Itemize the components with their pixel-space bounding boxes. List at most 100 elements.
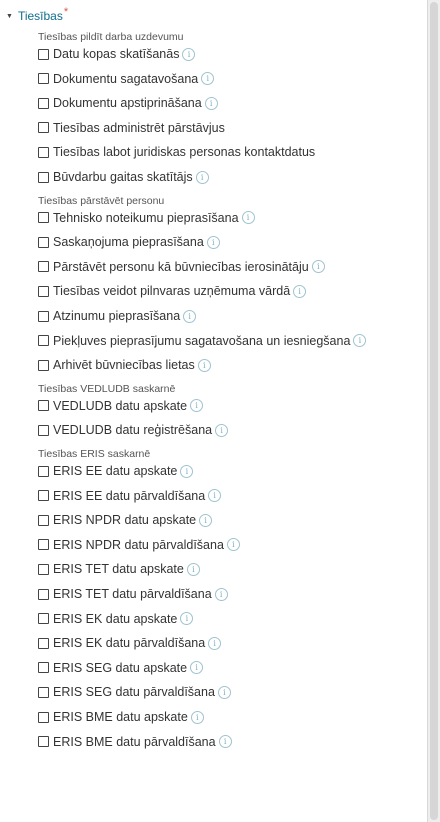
info-icon[interactable]: i: [182, 47, 196, 61]
info-icon[interactable]: i: [311, 260, 325, 274]
permission-checkbox-item[interactable]: Arhivēt būvniecības lietas i: [38, 356, 211, 374]
checkbox[interactable]: [38, 613, 49, 625]
info-icon[interactable]: i: [180, 612, 194, 626]
info-icon[interactable]: i: [218, 735, 232, 749]
permission-label: Tiesības labot juridiskas personas konta…: [53, 145, 316, 160]
checkbox[interactable]: [38, 171, 49, 183]
permission-label: Datu kopas skatīšanās: [53, 47, 180, 61]
permission-label: Atzinumu pieprasīšana: [53, 309, 181, 323]
permission-label: ERIS BME datu apskate: [53, 710, 188, 724]
info-icon[interactable]: i: [204, 96, 218, 110]
permission-checkbox-item[interactable]: Datu kopas skatīšanās i: [38, 45, 196, 63]
info-icon[interactable]: i: [226, 538, 240, 552]
permissions-header[interactable]: ▼ Tiesības *: [6, 6, 69, 23]
permission-checkbox-item[interactable]: Tehnisko noteikumu pieprasīšana i: [38, 209, 255, 227]
info-icon[interactable]: i: [180, 464, 194, 478]
checkbox[interactable]: [38, 539, 49, 551]
checkbox[interactable]: [38, 711, 49, 723]
checkbox[interactable]: [38, 122, 49, 134]
permission-label: ERIS TET datu apskate: [53, 562, 184, 577]
checkbox[interactable]: [38, 97, 49, 109]
permission-checkbox-item[interactable]: ERIS EE datu pārvaldīšana i: [38, 487, 222, 505]
info-icon[interactable]: i: [183, 309, 197, 323]
permission-checkbox-item[interactable]: Tiesības labot juridiskas personas konta…: [38, 143, 315, 161]
permission-checkbox-item[interactable]: ERIS NPDR datu apskate i: [38, 511, 213, 529]
checkbox[interactable]: [38, 588, 49, 600]
checkbox[interactable]: [38, 662, 49, 674]
checkbox[interactable]: [38, 48, 49, 60]
section-title: Tiesības VEDLUDB saskarnē: [38, 382, 176, 395]
permission-label: Saskaņojuma pieprasīšana: [53, 235, 204, 250]
checkbox[interactable]: [38, 73, 49, 85]
permission-checkbox-item[interactable]: ERIS SEG datu apskate i: [38, 659, 204, 677]
checkbox[interactable]: [38, 236, 49, 248]
info-icon[interactable]: i: [241, 211, 255, 225]
info-icon[interactable]: i: [214, 587, 228, 601]
permission-label: Būvdarbu gaitas skatītājs: [53, 170, 193, 184]
permission-checkbox-item[interactable]: ERIS BME datu apskate i: [38, 708, 204, 726]
permission-checkbox-item[interactable]: Pārstāvēt personu kā būvniecības ierosin…: [38, 258, 325, 276]
permission-label: Dokumentu sagatavošana: [53, 71, 199, 86]
permission-checkbox-item[interactable]: ERIS TET datu apskate i: [38, 560, 200, 578]
info-icon[interactable]: i: [293, 284, 307, 298]
checkbox[interactable]: [38, 285, 49, 297]
checkbox[interactable]: [38, 686, 49, 698]
info-icon[interactable]: i: [199, 513, 213, 527]
permission-label: ERIS SEG datu apskate: [53, 660, 188, 675]
info-icon[interactable]: i: [197, 358, 211, 372]
permission-checkbox-item[interactable]: Saskaņojuma pieprasīšana i: [38, 233, 220, 251]
info-icon[interactable]: i: [190, 399, 204, 413]
permission-checkbox-item[interactable]: ERIS BME datu pārvaldīšana i: [38, 733, 232, 751]
info-icon[interactable]: i: [190, 661, 204, 675]
checkbox[interactable]: [38, 212, 49, 224]
scrollbar[interactable]: [428, 0, 440, 822]
checkbox[interactable]: [38, 335, 49, 347]
permission-checkbox-item[interactable]: ERIS SEG datu pārvaldīšana i: [38, 683, 231, 701]
collapse-triangle-icon[interactable]: ▼: [6, 13, 13, 20]
permission-label: Dokumentu apstiprināšana: [53, 96, 202, 111]
scrollbar-thumb[interactable]: [430, 2, 438, 820]
checkbox[interactable]: [38, 146, 49, 158]
checkbox[interactable]: [38, 563, 49, 575]
permission-checkbox-item[interactable]: ERIS NPDR datu pārvaldīšana i: [38, 536, 240, 554]
info-icon[interactable]: i: [215, 423, 229, 437]
permission-label: Tehnisko noteikumu pieprasīšana: [53, 210, 239, 225]
permission-checkbox-item[interactable]: ERIS TET datu pārvaldīšana i: [38, 585, 228, 603]
info-icon[interactable]: i: [217, 685, 231, 699]
checkbox[interactable]: [38, 736, 49, 748]
permissions-title: Tiesības: [17, 9, 63, 23]
permission-checkbox-item[interactable]: Dokumentu apstiprināšana i: [38, 94, 218, 112]
permission-label: ERIS EE datu apskate: [53, 464, 178, 478]
checkbox[interactable]: [38, 261, 49, 273]
info-icon[interactable]: i: [208, 636, 222, 650]
info-icon[interactable]: i: [190, 710, 204, 724]
permission-checkbox-item[interactable]: VEDLUDB datu reģistrēšana i: [38, 421, 229, 439]
info-icon[interactable]: i: [206, 235, 220, 249]
checkbox[interactable]: [38, 310, 49, 322]
permission-checkbox-item[interactable]: ERIS EK datu apskate i: [38, 610, 194, 628]
permission-label: ERIS NPDR datu pārvaldīšana: [53, 537, 224, 552]
info-icon[interactable]: i: [353, 334, 367, 348]
required-asterisk: *: [63, 6, 69, 18]
permission-checkbox-item[interactable]: Būvdarbu gaitas skatītājs i: [38, 168, 209, 186]
info-icon[interactable]: i: [201, 72, 215, 86]
permission-label: ERIS EE datu pārvaldīšana: [53, 488, 206, 503]
checkbox[interactable]: [38, 424, 49, 436]
permission-checkbox-item[interactable]: Tiesības administrēt pārstāvjus: [38, 119, 225, 137]
permission-checkbox-item[interactable]: Dokumentu sagatavošana i: [38, 70, 215, 88]
permission-checkbox-item[interactable]: ERIS EK datu pārvaldīšana i: [38, 634, 222, 652]
checkbox[interactable]: [38, 514, 49, 526]
permission-checkbox-item[interactable]: Piekļuves pieprasījumu sagatavošana un i…: [38, 332, 367, 350]
info-icon[interactable]: i: [195, 170, 209, 184]
info-icon[interactable]: i: [208, 489, 222, 503]
permission-checkbox-item[interactable]: VEDLUDB datu apskate i: [38, 397, 204, 415]
checkbox[interactable]: [38, 359, 49, 371]
permission-checkbox-item[interactable]: Tiesības veidot pilnvaras uzņēmuma vārdā…: [38, 282, 307, 300]
info-icon[interactable]: i: [186, 562, 200, 576]
permission-checkbox-item[interactable]: Atzinumu pieprasīšana i: [38, 307, 197, 325]
checkbox[interactable]: [38, 637, 49, 649]
checkbox[interactable]: [38, 465, 49, 477]
checkbox[interactable]: [38, 400, 49, 412]
permission-checkbox-item[interactable]: ERIS EE datu apskate i: [38, 462, 194, 480]
checkbox[interactable]: [38, 490, 49, 502]
